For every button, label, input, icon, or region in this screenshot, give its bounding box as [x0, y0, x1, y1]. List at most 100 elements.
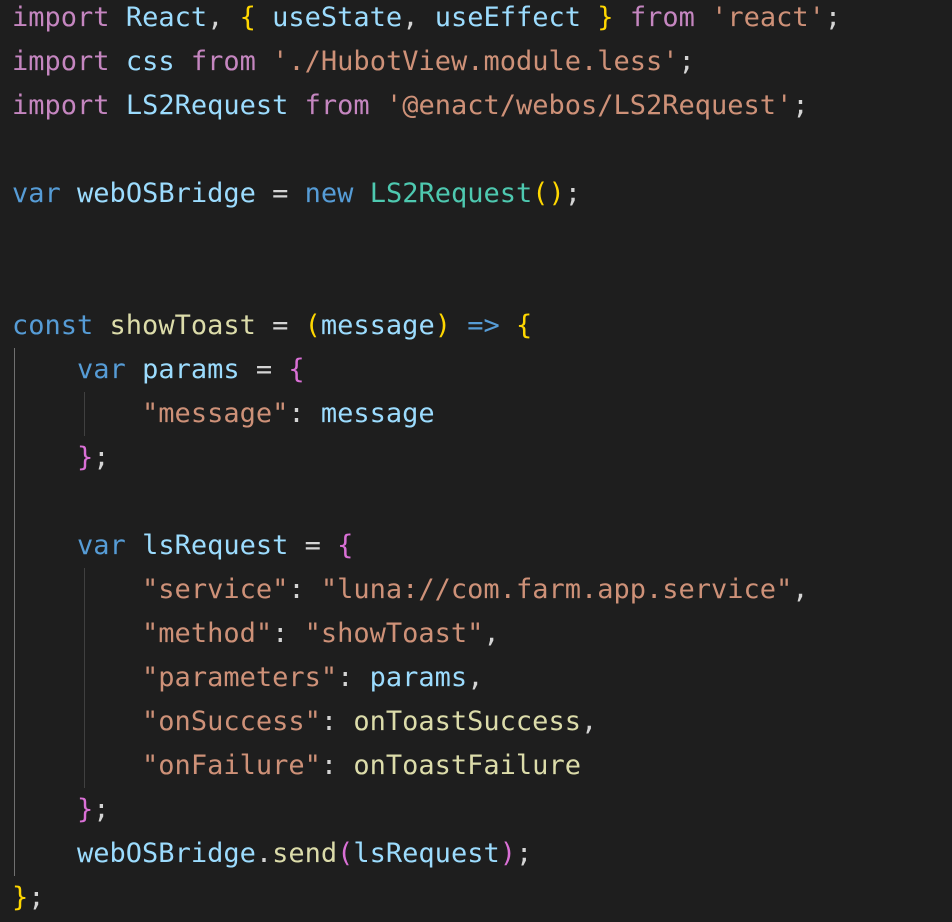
code-line[interactable]: import LS2Request from '@enact/webos/LS2…: [12, 84, 809, 128]
code-token: 'react': [711, 2, 825, 33]
code-area[interactable]: import React, { useState, useEffect } fr…: [12, 0, 952, 922]
code-token: new: [304, 178, 354, 209]
code-token: webOSBridge: [77, 178, 256, 209]
code-token: ): [434, 310, 451, 341]
code-token: (: [532, 178, 549, 209]
code-token: showToast: [109, 310, 256, 341]
code-token: useEffect: [434, 2, 582, 33]
code-token: (: [304, 310, 321, 341]
code-token: LS2Request: [369, 178, 533, 209]
code-line[interactable]: "parameters": params,: [12, 656, 483, 700]
code-token: '@enact/webos/LS2Request': [385, 90, 793, 121]
code-line[interactable]: "message": message: [12, 392, 435, 436]
code-token: ;: [792, 90, 809, 121]
code-token: :: [320, 706, 354, 737]
code-token: message: [320, 398, 435, 429]
code-token: ,: [792, 574, 809, 605]
code-token: =>: [467, 310, 500, 341]
code-line[interactable]: };: [12, 436, 110, 480]
code-line[interactable]: var webOSBridge = new LS2Request();: [12, 172, 581, 216]
code-token: params: [369, 662, 468, 693]
code-token: =: [255, 178, 305, 209]
code-token: }: [12, 882, 29, 913]
code-line[interactable]: const showToast = (message) => {: [12, 304, 532, 348]
code-token: var: [12, 178, 61, 209]
code-line[interactable]: import React, { useState, useEffect } fr…: [12, 0, 841, 40]
code-token: ,: [580, 706, 598, 737]
code-token: :: [288, 574, 321, 605]
code-token: ,: [483, 618, 500, 649]
code-token: var: [77, 354, 126, 385]
code-token: './HubotView.module.less': [272, 46, 679, 77]
code-token: "method": [142, 618, 273, 649]
code-token: ,: [402, 2, 435, 33]
code-line[interactable]: webOSBridge.send(lsRequest);: [12, 832, 532, 876]
code-token: (: [337, 838, 354, 869]
code-token: const: [12, 310, 94, 341]
code-token: onToastFailure: [353, 750, 581, 781]
code-line[interactable]: import css from './HubotView.module.less…: [12, 40, 695, 84]
code-token: from: [190, 46, 256, 77]
code-line[interactable]: var params = {: [12, 348, 305, 392]
code-token: ;: [93, 442, 110, 473]
code-token: }: [77, 794, 94, 825]
code-token: {: [288, 354, 305, 385]
code-token: }: [77, 442, 94, 473]
code-token: ;: [28, 882, 45, 913]
code-token: .: [255, 838, 273, 869]
code-token: webOSBridge: [77, 838, 256, 869]
code-token: :: [272, 618, 305, 649]
code-token: import: [12, 2, 110, 33]
code-token: ,: [467, 662, 484, 693]
code-token: =: [288, 530, 338, 561]
code-token: "showToast": [304, 618, 484, 649]
code-token: LS2Request: [125, 90, 289, 121]
code-line[interactable]: "service": "luna://com.farm.app.service"…: [12, 568, 809, 612]
code-token: css: [125, 46, 175, 77]
code-token: ,: [207, 2, 240, 33]
code-token: ): [548, 178, 565, 209]
code-token: "message": [142, 398, 289, 429]
code-token: {: [239, 2, 256, 33]
code-line[interactable]: };: [12, 876, 45, 920]
code-token: "service": [142, 574, 289, 605]
code-token: ;: [515, 838, 533, 869]
code-token: onToastSuccess: [353, 706, 581, 737]
code-token: send: [272, 838, 338, 869]
code-token: "onSuccess": [142, 706, 321, 737]
code-token: import: [12, 90, 110, 121]
code-line[interactable]: "method": "showToast",: [12, 612, 500, 656]
code-line[interactable]: };: [12, 788, 110, 832]
code-line[interactable]: "onFailure": onToastFailure: [12, 744, 581, 788]
code-token: from: [304, 90, 370, 121]
code-line[interactable]: "onSuccess": onToastSuccess,: [12, 700, 597, 744]
code-token: :: [337, 662, 370, 693]
code-token: ): [499, 838, 516, 869]
code-token: =: [239, 354, 289, 385]
code-token: :: [320, 750, 354, 781]
code-token: }: [597, 2, 614, 33]
code-token: "onFailure": [142, 750, 321, 781]
code-editor[interactable]: import React, { useState, useEffect } fr…: [0, 0, 952, 922]
code-line[interactable]: var lsRequest = {: [12, 524, 353, 568]
